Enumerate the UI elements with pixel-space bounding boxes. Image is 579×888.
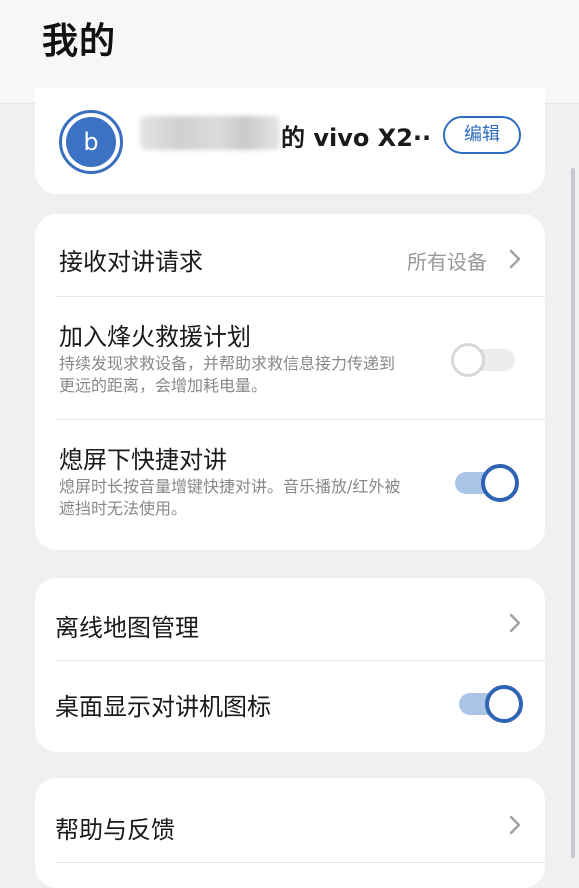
toggle-knob [485,685,523,723]
avatar[interactable]: b [59,110,123,174]
chevron-right-icon [509,815,521,835]
chevron-right-icon [509,613,521,633]
page-title: 我的 [42,21,117,62]
desktop-icon-toggle[interactable] [459,683,523,723]
screen-off-talk-description: 熄屏时长按音量增键快捷对讲。音乐播放/红外被遮挡时无法使用。 [59,477,401,518]
offline-map-label: 离线地图管理 [55,614,199,642]
desktop-icon-label: 桌面显示对讲机图标 [55,693,271,721]
support-card: 帮助与反馈 [35,778,545,888]
divider [55,862,545,863]
screen-off-talk-row: 熄屏下快捷对讲 熄屏时长按音量增键快捷对讲。音乐播放/红外被遮挡时无法使用。 [35,420,545,550]
toggle-knob [451,343,485,377]
help-feedback-label: 帮助与反馈 [55,816,175,844]
receive-talk-request-value: 所有设备 [407,250,487,274]
receive-talk-request-row[interactable]: 接收对讲请求 所有设备 [35,214,545,296]
beacon-rescue-row: 加入烽火救援计划 持续发现求救设备，并帮助求救信息接力传递到更远的距离，会增加耗… [35,297,545,419]
chevron-right-icon [509,249,521,269]
screen-off-talk-toggle[interactable] [455,462,519,502]
beacon-rescue-label: 加入烽火救援计划 [59,323,251,351]
profile-card[interactable]: b 的 vivo X2·· 编辑 [35,88,545,194]
help-feedback-row[interactable]: 帮助与反馈 [35,778,545,862]
blurred-user-name [140,116,280,150]
receive-talk-request-label: 接收对讲请求 [59,248,203,276]
beacon-rescue-toggle[interactable] [451,339,517,379]
map-settings-card: 离线地图管理 桌面显示对讲机图标 [35,578,545,752]
device-name: 的 vivo X2·· [281,124,432,152]
screen-off-talk-label: 熄屏下快捷对讲 [59,446,227,474]
desktop-icon-row: 桌面显示对讲机图标 [35,661,545,752]
scrollbar[interactable] [571,168,575,858]
talk-settings-card: 接收对讲请求 所有设备 加入烽火救援计划 持续发现求救设备，并帮助求救信息接力传… [35,214,545,550]
edit-button[interactable]: 编辑 [443,116,521,154]
beacon-rescue-description: 持续发现求救设备，并帮助求救信息接力传递到更远的距离，会增加耗电量。 [59,354,396,395]
avatar-letter: b [66,117,116,167]
offline-map-row[interactable]: 离线地图管理 [35,578,545,660]
toggle-knob [481,464,519,502]
